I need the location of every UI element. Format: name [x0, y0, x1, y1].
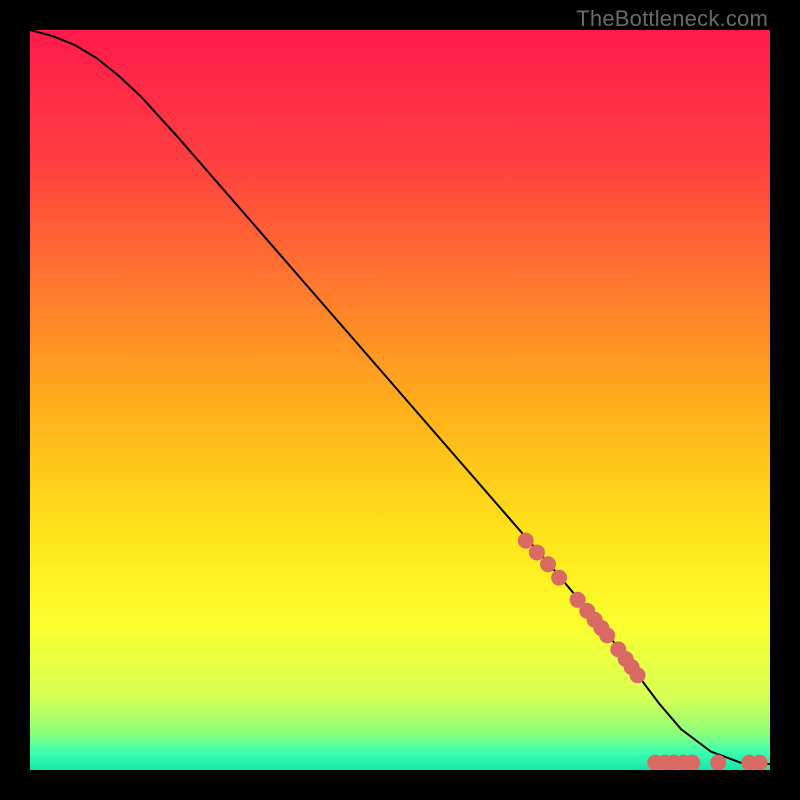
- scatter-point: [710, 755, 726, 770]
- chart-background: [30, 30, 770, 770]
- scatter-point: [529, 544, 545, 560]
- chart-frame: [30, 30, 770, 770]
- scatter-point: [540, 556, 556, 572]
- scatter-point: [518, 533, 534, 549]
- scatter-point: [551, 570, 567, 586]
- scatter-point: [752, 755, 768, 770]
- scatter-point: [684, 755, 700, 770]
- watermark-text: TheBottleneck.com: [576, 6, 768, 32]
- chart-svg: [30, 30, 770, 770]
- scatter-point: [599, 627, 615, 643]
- scatter-point: [630, 667, 646, 683]
